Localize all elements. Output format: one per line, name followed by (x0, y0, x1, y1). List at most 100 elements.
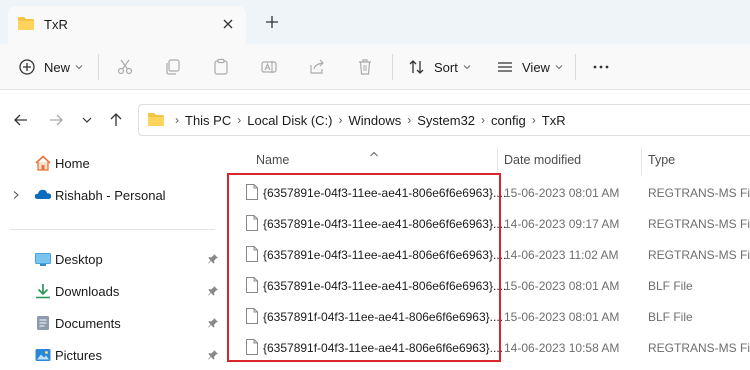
chevron-right-icon[interactable] (11, 189, 21, 203)
file-icon (246, 339, 258, 358)
file-date-modified: 15-06-2023 08:01 AM (504, 279, 620, 293)
chevron-right-icon[interactable]: › (338, 113, 342, 127)
chevron-right-icon[interactable]: › (407, 113, 411, 127)
file-date-modified: 14-06-2023 10:58 AM (504, 341, 620, 355)
paste-icon (214, 58, 228, 75)
column-divider[interactable] (641, 147, 642, 175)
column-header-type[interactable]: Type (648, 153, 748, 179)
file-date-modified: 15-06-2023 08:01 AM (504, 310, 620, 324)
breadcrumb: › This PC › Local Disk (C:) › Windows › … (139, 105, 566, 135)
documents-icon (34, 315, 52, 334)
breadcrumb-txr[interactable]: TxR (542, 113, 566, 128)
breadcrumb-config[interactable]: config (491, 113, 526, 128)
close-tab-button[interactable] (218, 14, 238, 34)
sort-icon (409, 60, 424, 74)
file-type: REGTRANS-MS File (648, 217, 750, 231)
breadcrumb-this-pc[interactable]: This PC (185, 113, 231, 128)
sidebar-item-onedrive[interactable]: Rishabh - Personal (0, 181, 232, 209)
paste-button[interactable] (212, 53, 230, 81)
file-icon (246, 184, 258, 203)
more-icon (593, 65, 609, 69)
sidebar-item-label: Documents (55, 316, 121, 331)
view-icon (498, 62, 512, 72)
tab-txr[interactable]: TxR (8, 6, 246, 44)
file-name: {6357891f-04f3-11ee-ae41-806e6f6e6963}..… (263, 341, 503, 355)
navigation-pane: Home Rishabh - Personal Desktop Download… (0, 147, 232, 370)
column-header-name[interactable]: Name (256, 153, 496, 179)
pin-icon[interactable] (207, 285, 219, 300)
breadcrumb-windows[interactable]: Windows (348, 113, 401, 128)
arrow-left-icon (14, 114, 27, 126)
breadcrumb-system32[interactable]: System32 (417, 113, 475, 128)
pin-icon[interactable] (207, 317, 219, 332)
file-row[interactable]: {6357891f-04f3-11ee-ae41-806e6f6e6963}..… (232, 301, 750, 332)
sidebar-item-home[interactable]: Home (0, 149, 232, 177)
chevron-right-icon[interactable]: › (175, 113, 179, 127)
sidebar-item-documents[interactable]: Documents (0, 309, 232, 337)
back-button[interactable] (11, 110, 31, 130)
view-button[interactable]: View (496, 53, 563, 81)
address-bar[interactable]: › This PC › Local Disk (C:) › Windows › … (138, 104, 750, 136)
pin-icon[interactable] (207, 253, 219, 268)
share-icon (310, 59, 324, 74)
chevron-right-icon[interactable]: › (532, 113, 536, 127)
file-date-modified: 14-06-2023 11:02 AM (504, 248, 619, 262)
sidebar-item-label: Desktop (55, 252, 103, 267)
arrow-up-icon (110, 113, 122, 126)
plus-circle-icon (19, 59, 35, 75)
delete-icon (359, 59, 371, 75)
copy-button[interactable] (164, 53, 182, 81)
more-button[interactable] (592, 53, 610, 81)
share-button[interactable] (308, 53, 326, 81)
copy-icon (166, 59, 180, 75)
rename-icon (261, 61, 277, 73)
tab-title: TxR (44, 17, 68, 32)
column-header-label: Name (256, 153, 290, 167)
recent-locations-button[interactable] (77, 110, 97, 130)
file-row[interactable]: {6357891e-04f3-11ee-ae41-806e6f6e6963}..… (232, 270, 750, 301)
file-icon (246, 277, 258, 296)
folder-icon (147, 111, 165, 130)
cut-icon (117, 59, 133, 75)
cut-button[interactable] (116, 53, 134, 81)
chevron-right-icon[interactable]: › (481, 113, 485, 127)
file-type: REGTRANS-MS File (648, 248, 750, 262)
column-header-label: Type (648, 153, 676, 167)
view-button-label: View (522, 59, 550, 75)
file-row[interactable]: {6357891e-04f3-11ee-ae41-806e6f6e6963}..… (232, 239, 750, 270)
new-tab-button[interactable] (262, 12, 282, 32)
file-row[interactable]: {6357891e-04f3-11ee-ae41-806e6f6e6963}..… (232, 177, 750, 208)
sort-button-label: Sort (434, 59, 458, 75)
rename-button[interactable] (260, 53, 278, 81)
file-row[interactable]: {6357891f-04f3-11ee-ae41-806e6f6e6963}..… (232, 332, 750, 363)
chevron-down-icon (463, 65, 471, 70)
breadcrumb-local-disk[interactable]: Local Disk (C:) (247, 113, 332, 128)
delete-button[interactable] (356, 53, 374, 81)
sidebar-item-downloads[interactable]: Downloads (0, 277, 232, 305)
arrow-right-icon (50, 114, 63, 126)
pin-icon[interactable] (207, 349, 219, 364)
file-type: REGTRANS-MS File (648, 341, 750, 355)
new-button[interactable]: New (18, 53, 83, 81)
file-name: {6357891e-04f3-11ee-ae41-806e6f6e6963}..… (263, 217, 507, 231)
file-name: {6357891e-04f3-11ee-ae41-806e6f6e6963}..… (263, 279, 507, 293)
file-date-modified: 15-06-2023 08:01 AM (504, 186, 620, 200)
sidebar-item-pictures[interactable]: Pictures (0, 341, 232, 369)
file-icon (246, 246, 258, 265)
tab-strip: TxR (0, 0, 750, 44)
file-row[interactable]: {6357891e-04f3-11ee-ae41-806e6f6e6963}..… (232, 208, 750, 239)
chevron-down-icon (75, 65, 83, 70)
close-icon (223, 19, 233, 29)
new-button-label: New (44, 59, 71, 75)
sidebar-item-label: Home (55, 156, 90, 171)
sidebar-item-desktop[interactable]: Desktop (0, 245, 232, 273)
file-icon (246, 215, 258, 234)
command-bar: New Sort View (0, 44, 750, 90)
column-divider[interactable] (497, 147, 498, 175)
chevron-right-icon[interactable]: › (237, 113, 241, 127)
forward-button[interactable] (46, 110, 66, 130)
column-header-date-modified[interactable]: Date modified (504, 153, 639, 179)
sort-button[interactable]: Sort (408, 53, 471, 81)
file-type: BLF File (648, 279, 693, 293)
up-button[interactable] (106, 110, 126, 130)
